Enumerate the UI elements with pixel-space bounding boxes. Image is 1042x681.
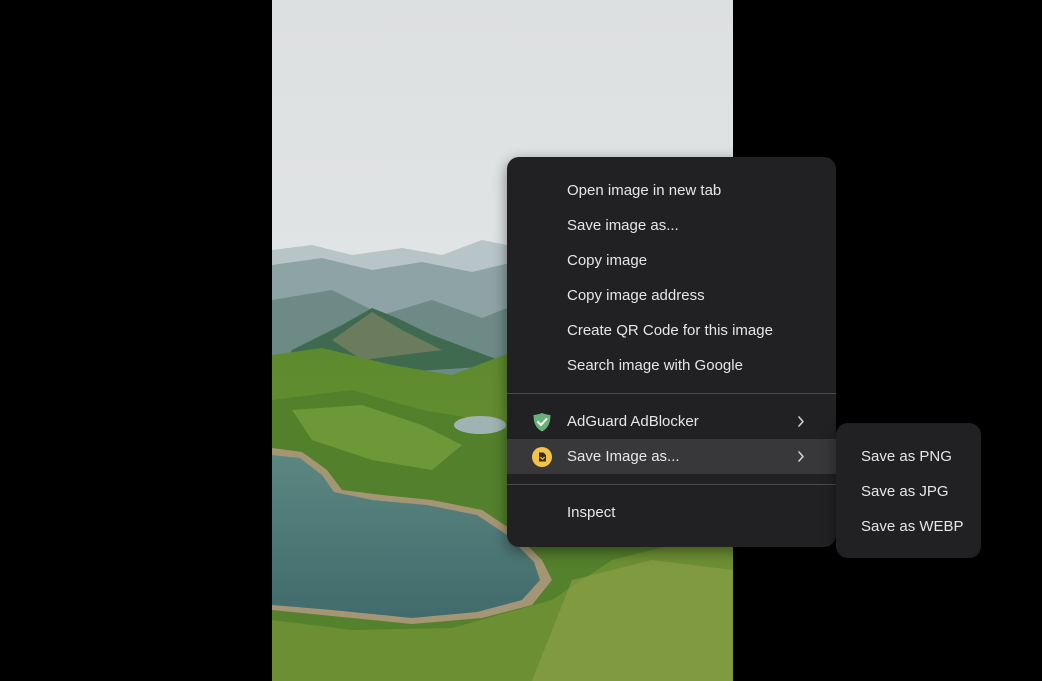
submenu-item-label: Save as JPG	[861, 483, 949, 500]
menu-item-save-image-as[interactable]: Save image as...	[507, 208, 836, 243]
screen: Open image in new tab Save image as... C…	[0, 0, 1042, 681]
menu-item-label: Copy image address	[567, 287, 705, 304]
save-image-submenu: Save as PNG Save as JPG Save as WEBP	[836, 423, 981, 558]
menu-item-inspect[interactable]: Inspect	[507, 495, 836, 530]
menu-item-save-image-extension[interactable]: Save Image as...	[507, 439, 836, 474]
menu-item-open-image-new-tab[interactable]: Open image in new tab	[507, 173, 836, 208]
submenu-item-save-jpg[interactable]: Save as JPG	[836, 474, 981, 509]
menu-item-label: Save image as...	[567, 217, 679, 234]
submenu-item-save-png[interactable]: Save as PNG	[836, 439, 981, 474]
menu-item-search-image-google[interactable]: Search image with Google	[507, 348, 836, 383]
chevron-right-icon	[796, 439, 806, 474]
menu-item-label: Copy image	[567, 252, 648, 269]
menu-item-label: AdGuard AdBlocker	[567, 413, 699, 430]
submenu-item-save-webp[interactable]: Save as WEBP	[836, 509, 981, 544]
menu-item-create-qr-code[interactable]: Create QR Code for this image	[507, 313, 836, 348]
save-image-extension-icon	[531, 446, 553, 468]
menu-item-copy-image-address[interactable]: Copy image address	[507, 278, 836, 313]
adguard-shield-icon	[531, 411, 553, 433]
menu-item-label: Inspect	[567, 504, 616, 521]
chevron-right-icon	[796, 404, 806, 439]
menu-item-copy-image[interactable]: Copy image	[507, 243, 836, 278]
menu-item-adguard[interactable]: AdGuard AdBlocker	[507, 404, 836, 439]
menu-separator	[507, 393, 836, 394]
menu-item-label: Search image with Google	[567, 357, 743, 374]
menu-item-label: Save Image as...	[567, 448, 680, 465]
submenu-item-label: Save as PNG	[861, 448, 952, 465]
menu-item-label: Create QR Code for this image	[567, 322, 773, 339]
submenu-item-label: Save as WEBP	[861, 518, 964, 535]
menu-item-label: Open image in new tab	[567, 182, 722, 199]
menu-separator	[507, 484, 836, 485]
context-menu: Open image in new tab Save image as... C…	[507, 157, 836, 547]
